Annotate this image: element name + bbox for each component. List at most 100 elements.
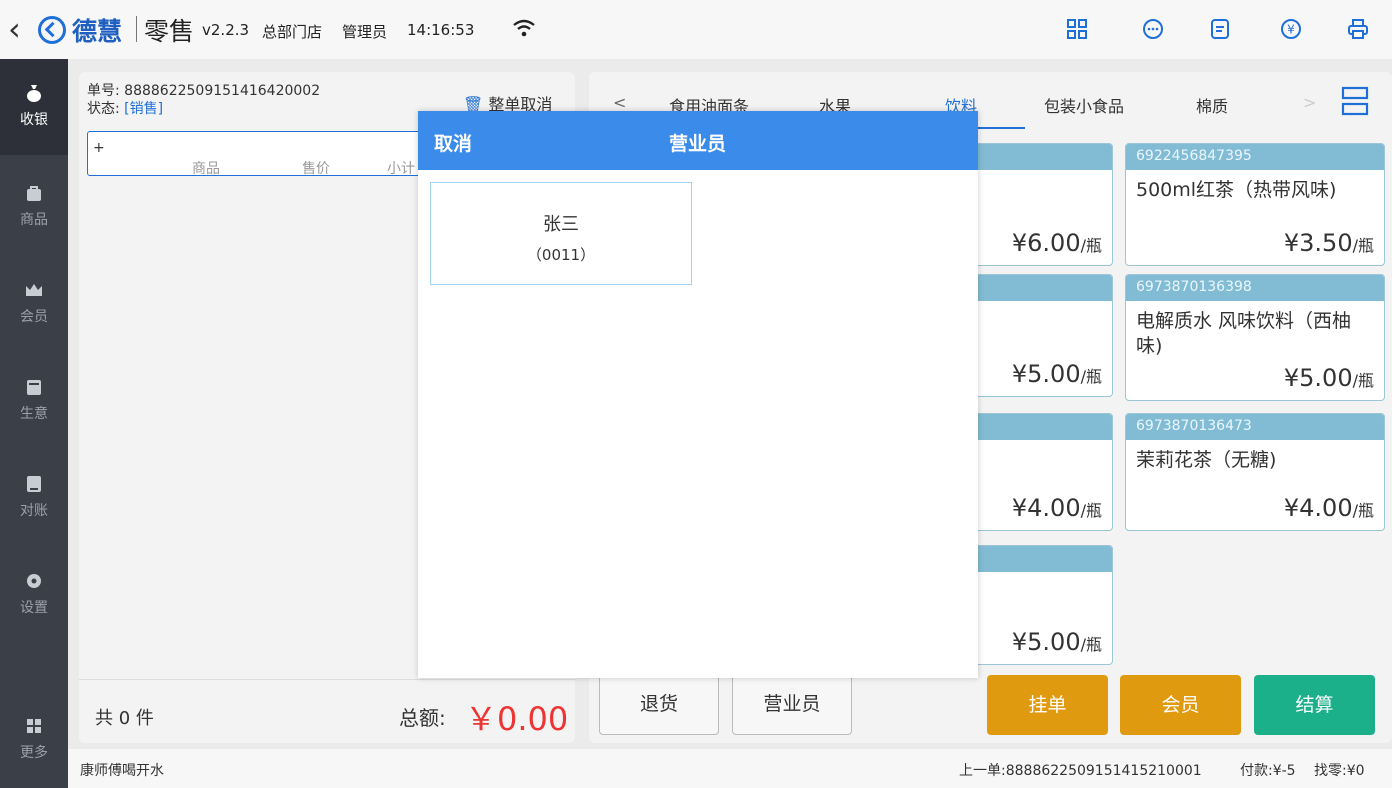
sidebar-item-label: 收银 [20,112,48,128]
price-value: ¥4.00 [1283,494,1353,522]
top-bar: ‹ 德慧 零售 v2.2.3 总部门店 管理员 14:16:53 ¥ [0,0,1392,59]
price-unit: /瓶 [1080,501,1102,520]
sidebar-item-members[interactable]: 会员 [0,256,68,352]
divider [136,16,137,42]
column-subtotal: 小计 [387,161,415,177]
total-label: 总额: [399,706,446,730]
previous-order: 上一单:8888622509151415210001 [959,763,1202,779]
yen-icon[interactable]: ¥ [1280,18,1302,40]
ledger-icon [27,476,41,492]
chevron-right-icon[interactable]: > [1303,93,1316,112]
layout-toggle-icon[interactable] [1341,86,1369,116]
store-label: 总部门店 [262,23,323,41]
product-name: 电解质水 风味饮料（西柚味) [1136,310,1352,357]
sidebar-item-label: 会员 [20,309,48,325]
dialog-title: 营业员 [669,133,727,155]
price-unit: /瓶 [1080,367,1102,386]
member-button[interactable]: 会员 [1120,675,1241,735]
price-value: ¥6.00 [1011,229,1081,257]
hold-order-button[interactable]: 挂单 [987,675,1108,735]
price-value: ¥3.50 [1283,229,1353,257]
staff-name: 张三 [543,214,579,235]
money-bag-icon [27,85,41,102]
total-amount: ￥0.00 [465,700,569,738]
paid-amount: 付款:¥-5 [1240,763,1296,779]
column-product: 商品 [192,161,220,177]
price-value: ¥5.00 [1283,364,1353,392]
staff-option[interactable]: 张三 （0011） [430,182,692,285]
product-card[interactable]: 6973870136473 茉莉花茶（无糖) ¥4.00/瓶 [1125,413,1385,531]
price-value: ¥4.00 [1011,494,1081,522]
product-card[interactable]: 6922456847395 500ml红茶（热带风味) ¥3.50/瓶 [1125,143,1385,266]
status-message: 康师傅喝开水 [80,763,164,779]
price-unit: /瓶 [1080,236,1102,255]
product-code: 6973870136473 [1126,414,1384,440]
sidebar-item-cashier[interactable]: 收银 [0,59,68,155]
order-status: 状态: [销售] [87,98,163,118]
checkout-button[interactable]: 结算 [1254,675,1375,735]
price-unit: /瓶 [1080,635,1102,654]
product-price: ¥4.00/瓶 [1012,494,1102,522]
bag-icon [27,186,41,201]
product-price: ¥5.00/瓶 [1284,364,1374,392]
product-code: 6922456847395 [1126,144,1384,170]
sidebar-item-label: 生意 [20,406,48,422]
item-count: 共 0 件 [95,708,154,729]
product-name: 500ml红茶（热带风味) [1136,179,1337,201]
crown-icon [26,284,42,296]
column-price: 售价 [302,161,330,177]
salesperson-dialog: 取消 营业员 张三 （0011） [418,111,978,678]
pos-app: ‹ 德慧 零售 v2.2.3 总部门店 管理员 14:16:53 ¥ 收银 商品… [0,0,1392,788]
chat-icon[interactable] [1142,18,1164,40]
svg-text:¥: ¥ [1287,23,1295,37]
price-unit: /瓶 [1352,371,1374,390]
gear-icon [27,574,41,588]
grid-four-icon [27,719,41,733]
sidebar: 收银 商品 会员 生意 对账 设置 更多 [0,59,68,788]
sidebar-item-label: 商品 [20,212,48,228]
status-bar: 康师傅喝开水 上一单:8888622509151415210001 付款:¥-5… [68,749,1392,788]
brand-name: 德慧 [72,17,123,46]
sidebar-item-label: 设置 [20,600,48,616]
salesperson-button[interactable]: 营业员 [732,675,852,735]
price-value: ¥5.00 [1011,360,1081,388]
product-price: ¥5.00/瓶 [1012,360,1102,388]
version-label: v2.2.3 [202,21,250,39]
wifi-icon [513,19,535,37]
price-unit: /瓶 [1352,236,1374,255]
role-label: 管理员 [342,23,388,41]
product-price: ¥6.00/瓶 [1012,229,1102,257]
return-button[interactable]: 退货 [599,675,719,735]
sidebar-item-business[interactable]: 生意 [0,353,68,449]
product-price: ¥4.00/瓶 [1284,494,1374,522]
chevron-left-icon[interactable]: < [613,93,626,112]
sidebar-item-reconcile[interactable]: 对账 [0,450,68,546]
register-icon [27,380,41,395]
product-name: 茉莉花茶（无糖) [1136,449,1277,471]
product-price: ¥3.50/瓶 [1284,229,1374,257]
chevron-left-icon[interactable]: ‹ [8,13,21,45]
printer-icon[interactable] [1347,18,1369,40]
change-amount: 找零:¥0 [1314,763,1365,779]
clock-label: 14:16:53 [407,21,475,39]
sidebar-item-settings[interactable]: 设置 [0,547,68,643]
product-card[interactable]: 6973870136398 电解质水 风味饮料（西柚味) ¥5.00/瓶 [1125,274,1385,401]
dialog-cancel-button[interactable]: 取消 [434,129,472,156]
app-name: 零售 [144,17,195,46]
sidebar-item-label: 更多 [20,745,48,761]
dialog-header: 取消 营业员 [418,111,978,170]
grid-icon[interactable] [1066,18,1088,40]
order-status-value: [销售] [124,101,164,117]
tab-category[interactable]: 包装小食品 [1044,93,1124,117]
sidebar-item-products[interactable]: 商品 [0,159,68,255]
tab-category[interactable]: 棉质 [1196,93,1228,117]
sidebar-item-label: 对账 [20,503,48,519]
price-value: ¥5.00 [1011,628,1081,656]
note-icon[interactable] [1209,18,1231,40]
logo-icon [38,16,66,44]
staff-code: （0011） [526,246,596,264]
sidebar-item-more[interactable]: 更多 [0,692,68,788]
product-price: ¥5.00/瓶 [1012,628,1102,656]
product-code: 6973870136398 [1126,275,1384,301]
price-unit: /瓶 [1352,501,1374,520]
